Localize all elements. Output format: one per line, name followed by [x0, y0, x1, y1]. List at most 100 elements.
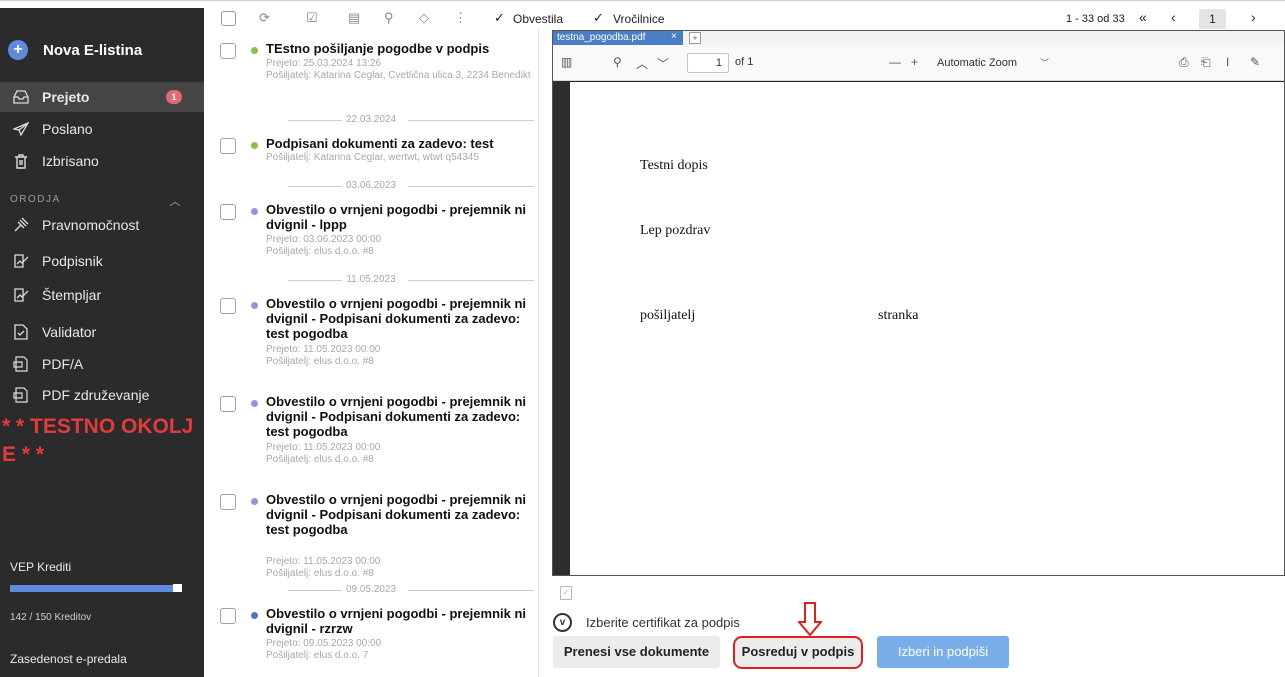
- file-check-icon: [12, 323, 30, 341]
- message-checkbox[interactable]: [220, 204, 236, 220]
- message-checkbox[interactable]: [220, 608, 236, 624]
- gavel-icon: [12, 216, 30, 234]
- document-tab-label: testna_pogodba.pdf: [557, 32, 646, 43]
- message-sender: Pošiljatelj: Katarina Ceglar, wertwt, wt…: [266, 152, 479, 163]
- mark-read-icon[interactable]: ☑: [306, 10, 318, 26]
- message-list: TEstno pošiljanje pogodbe v podpis Preje…: [204, 30, 538, 677]
- message-sender: Pošiljatelj: elus d.o.o. #8: [266, 454, 374, 465]
- sidebar-item-signer[interactable]: Podpisnik: [0, 246, 204, 276]
- sidebar-item-sent[interactable]: Poslano: [0, 114, 204, 144]
- unread-badge: 1: [166, 90, 182, 104]
- chevron-up-icon[interactable]: ︿: [636, 55, 648, 72]
- pdf-icon: [12, 355, 30, 373]
- pdf-toolbar: ▥ ⚲ ︿ ﹀ 1 of 1 — + Automatic Zoom ﹀ ⎙ ⎗ …: [553, 45, 1284, 81]
- credits-text: 142 / 150 Kreditov: [10, 612, 92, 623]
- plus-circle-icon: +: [8, 40, 28, 60]
- print-icon[interactable]: ⎙: [1179, 55, 1189, 70]
- archive-icon[interactable]: ▤: [348, 10, 360, 26]
- message-received: Prejeto: 25.03.2024 13:26: [266, 58, 382, 69]
- message-sender: Pošiljatelj: elus d.o.o. 7: [266, 650, 369, 661]
- zoom-select[interactable]: Automatic Zoom ﹀: [933, 53, 1057, 73]
- message-checkbox[interactable]: [220, 298, 236, 314]
- message-dot: [251, 612, 258, 619]
- select-all-checkbox[interactable]: [221, 11, 236, 26]
- tools-section-header[interactable]: ORODJA ︿: [10, 194, 182, 208]
- message-checkbox[interactable]: [220, 43, 236, 59]
- tag-icon[interactable]: ◇: [419, 10, 429, 26]
- page-count: of 1: [735, 56, 754, 68]
- top-border: [0, 0, 1285, 1]
- message-dot: [251, 400, 258, 407]
- notices-filter-check-icon[interactable]: ✓: [494, 10, 505, 26]
- next-page-icon[interactable]: ›: [1251, 9, 1256, 25]
- zoom-out-icon[interactable]: —: [889, 55, 901, 69]
- stamp-icon: [12, 286, 30, 304]
- new-document-label: Nova E-listina: [43, 41, 143, 59]
- sidebar-item-received[interactable]: Prejeto 1: [0, 82, 204, 112]
- sidebar-item-pdf-merge[interactable]: PDF združevanje: [0, 380, 204, 410]
- zoom-in-icon[interactable]: +: [911, 55, 918, 69]
- message-checkbox[interactable]: [220, 396, 236, 412]
- sidebar-item-finality[interactable]: Pravnomočnost: [0, 210, 204, 240]
- message-sender: Pošiljatelj: elus d.o.o. #8: [266, 246, 374, 257]
- deliveries-filter-label[interactable]: Vročilnice: [613, 12, 665, 26]
- message-dot: [251, 302, 258, 309]
- highlight-ring-annotation: [733, 636, 863, 669]
- close-icon[interactable]: ×: [671, 31, 677, 42]
- sidebar: + Nova E-listina Prejeto 1 Poslano Izbri…: [0, 8, 204, 677]
- chevron-down-icon[interactable]: ﹀: [657, 55, 669, 72]
- sidebar-item-label: Pravnomočnost: [42, 217, 140, 233]
- date-separator: 09.05.2023: [204, 584, 538, 596]
- new-document-button[interactable]: + Nova E-listina: [8, 38, 142, 62]
- message-title: Obvestilo o vrnjeni pogodbi - prejemnik …: [266, 202, 527, 232]
- document-sender-label: pošiljatelj: [640, 308, 696, 323]
- draw-icon[interactable]: ✎: [1250, 55, 1260, 69]
- sidebar-item-deleted[interactable]: Izbrisano: [0, 146, 204, 176]
- document-party-label: stranka: [878, 308, 919, 323]
- document-tab[interactable]: testna_pogodba.pdf: [553, 31, 683, 45]
- text-cursor-icon[interactable]: I: [1226, 55, 1229, 69]
- message-sender: Pošiljatelj: Katarina Ceglar, Cvetlična …: [266, 70, 531, 81]
- separator-line: [408, 590, 534, 591]
- pin-icon[interactable]: ⚲: [384, 10, 394, 26]
- download-all-button[interactable]: Prenesi vse dokumente: [553, 636, 720, 668]
- page-number-input[interactable]: 1: [687, 53, 729, 73]
- more-options-icon[interactable]: ⋮: [454, 10, 467, 26]
- sidebar-item-pdfa[interactable]: PDF/A: [0, 349, 204, 379]
- signature-icon: [12, 252, 30, 270]
- document-text: Testni dopis: [640, 158, 708, 173]
- send-icon: [12, 120, 30, 138]
- message-received: Prejeto: 11.05.2023 00:00: [266, 556, 381, 567]
- test-environment-banner: * * TESTNO OKOLJE * *: [2, 415, 194, 466]
- list-divider: [538, 30, 539, 677]
- current-page-button[interactable]: 1: [1199, 9, 1226, 29]
- chevron-down-circle-icon: v: [553, 612, 572, 632]
- message-sender: Pošiljatelj: elus d.o.o. #8: [266, 356, 374, 367]
- save-icon[interactable]: ⎗: [1201, 55, 1211, 70]
- section-label: ORODJA: [10, 194, 61, 205]
- add-tab-icon[interactable]: +: [689, 32, 701, 44]
- search-icon[interactable]: ⚲: [613, 55, 622, 69]
- sidebar-item-validator[interactable]: Validator: [0, 317, 204, 347]
- certificate-selector[interactable]: v Izberite certifikat za podpis: [553, 612, 740, 632]
- zoom-select-value: Automatic Zoom: [937, 57, 1018, 69]
- prev-page-icon[interactable]: ‹: [1171, 9, 1176, 25]
- notices-filter-label[interactable]: Obvestila: [513, 12, 563, 26]
- trash-icon: [12, 152, 30, 170]
- sidebar-toggle-icon[interactable]: ▥: [561, 55, 572, 69]
- first-page-icon[interactable]: «: [1139, 9, 1147, 25]
- credits-label: VEP Krediti: [10, 560, 72, 574]
- sidebar-item-label: PDF/A: [42, 356, 84, 372]
- sidebar-item-stamper[interactable]: Štempljar: [0, 280, 204, 310]
- sidebar-item-label: Poslano: [42, 121, 93, 137]
- document-tabs: testna_pogodba.pdf × +: [553, 31, 1284, 45]
- message-title: Obvestilo o vrnjeni pogodbi - prejemnik …: [266, 296, 527, 341]
- pager-range: 1 - 33 od 33: [1066, 13, 1125, 25]
- refresh-icon[interactable]: ⟳: [259, 10, 270, 26]
- date-separator: 11.05.2023: [204, 274, 538, 286]
- message-dot: [251, 47, 258, 54]
- message-checkbox[interactable]: [220, 494, 236, 510]
- choose-and-sign-button[interactable]: Izberi in podpiši: [877, 636, 1009, 668]
- message-checkbox[interactable]: [220, 138, 236, 154]
- deliveries-filter-check-icon[interactable]: ✓: [593, 10, 604, 26]
